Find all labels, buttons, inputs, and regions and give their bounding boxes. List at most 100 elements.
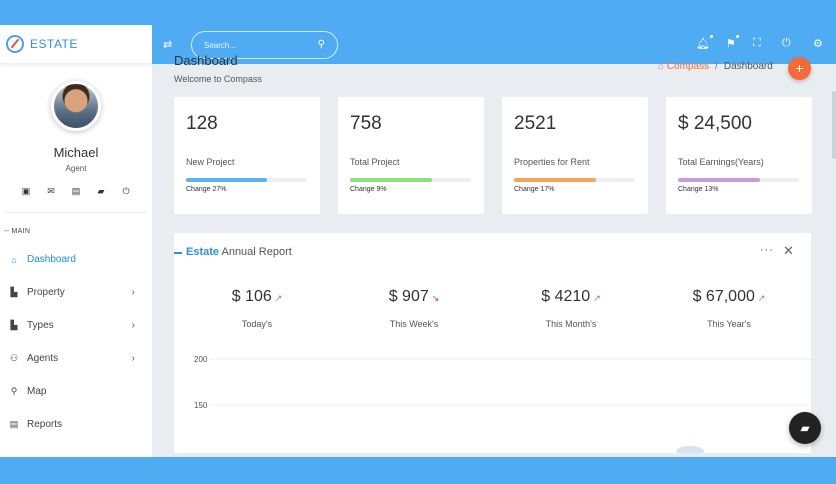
sidebar-nav: ⌂ Dashboard ▙ Property › ▙ Types › ⚇ Agents › ⚲ Map ▤… bbox=[0, 243, 152, 441]
kpi-value: $ 106 bbox=[231, 288, 272, 305]
sidebar-item-property[interactable]: ▙ Property › bbox=[0, 276, 152, 309]
sidebar-item-label: Map bbox=[27, 386, 47, 397]
progress-bar bbox=[186, 178, 307, 182]
progress-fill bbox=[186, 178, 268, 182]
kpi-label: This Year's bbox=[707, 319, 751, 329]
search-icon[interactable]: ⚲ bbox=[318, 39, 325, 50]
stat-card: $ 24,500 Total Earnings(Years) Change 13% bbox=[666, 97, 812, 214]
report-accent-bar bbox=[174, 252, 182, 254]
sidebar: ESTATE Michael Agent ▣ ✉ ▤ ▰ ⏻ -- MAIN ⌂ Dash… bbox=[0, 25, 152, 457]
breadcrumb-home-label: Compass bbox=[666, 61, 710, 72]
kpi-value: $ 67,000 bbox=[692, 288, 755, 305]
building-icon: ▙ bbox=[10, 320, 18, 330]
breadcrumb-separator: / bbox=[715, 61, 718, 72]
settings-gear-icon[interactable]: ⚙ bbox=[813, 37, 823, 50]
users-icon: ⚇ bbox=[9, 353, 19, 363]
stat-change: Change 13% bbox=[678, 186, 719, 193]
home-icon: ⌂ bbox=[658, 61, 665, 72]
page-subtitle: Welcome to Compass bbox=[174, 74, 262, 84]
trend-down-icon: ↘ bbox=[431, 293, 440, 303]
stat-value: $ 24,500 bbox=[678, 113, 752, 134]
report-chart: 200 150 bbox=[194, 355, 811, 453]
progress-bar bbox=[350, 178, 471, 182]
sidebar-item-label: Types bbox=[27, 320, 54, 331]
avatar[interactable] bbox=[51, 81, 101, 131]
chat-button[interactable]: ▰ bbox=[789, 412, 821, 444]
stat-card: 2521 Properties for Rent Change 17% bbox=[502, 97, 648, 214]
kpi-value: $ 4210 bbox=[541, 288, 591, 305]
annual-report-card: Estate Annual Report ··· ✕ $ 106 ↗ Today's… bbox=[174, 233, 811, 453]
building-icon: ▙ bbox=[10, 287, 18, 297]
brand-name: ESTATE bbox=[30, 37, 78, 51]
chat-bubble-icon: ▰ bbox=[800, 421, 810, 435]
progress-fill bbox=[514, 178, 597, 182]
sidebar-toggle-icon[interactable]: ⇄ bbox=[163, 38, 172, 51]
chevron-right-icon: › bbox=[131, 320, 135, 331]
calendar-icon[interactable]: ▣ bbox=[21, 186, 31, 197]
sidebar-item-types[interactable]: ▙ Types › bbox=[0, 309, 152, 342]
mail-icon[interactable]: ✉ bbox=[46, 186, 56, 197]
compass-icon bbox=[6, 35, 24, 53]
report-kpi: $ 106 ↗ Today's bbox=[177, 288, 337, 329]
stat-change: Change 9% bbox=[350, 186, 387, 193]
sidebar-item-reports[interactable]: ▤ Reports bbox=[0, 408, 152, 441]
trend-up-icon: ↗ bbox=[274, 293, 283, 303]
scrollbar[interactable] bbox=[832, 91, 836, 159]
trend-up-icon: ↗ bbox=[593, 293, 601, 303]
stat-change: Change 17% bbox=[514, 186, 555, 193]
report-kpi: $ 4210 ↗ This Month's bbox=[491, 288, 651, 329]
more-options-icon[interactable]: ··· bbox=[760, 244, 774, 256]
bell-icon[interactable]: 🔔︎ bbox=[696, 34, 714, 50]
chart-series-blob bbox=[676, 446, 704, 453]
stat-label: Total Earnings(Years) bbox=[678, 157, 764, 167]
kpi-value: $ 907 bbox=[388, 288, 429, 305]
close-icon[interactable]: ✕ bbox=[783, 243, 794, 259]
progress-bar bbox=[678, 178, 799, 182]
report-title-accent: Estate bbox=[186, 246, 220, 258]
stat-change: Change 27% bbox=[186, 186, 227, 193]
stat-label: New Project bbox=[186, 157, 235, 167]
sidebar-item-label: Property bbox=[27, 287, 65, 298]
chevron-right-icon: › bbox=[131, 287, 135, 298]
add-button[interactable]: + bbox=[788, 57, 811, 80]
stat-card: 758 Total Project Change 9% bbox=[338, 97, 484, 214]
power-icon[interactable]: ⏻ bbox=[121, 186, 131, 197]
chat-icon[interactable]: ▰ bbox=[96, 186, 106, 197]
progress-fill bbox=[350, 178, 433, 182]
notification-dot bbox=[734, 34, 740, 39]
user-role: Agent bbox=[65, 164, 87, 173]
kpi-label: Today's bbox=[241, 319, 273, 329]
report-title: Estate Annual Report bbox=[186, 246, 292, 258]
sidebar-item-label: Reports bbox=[27, 419, 63, 430]
chart-tick-label: 200 bbox=[194, 355, 208, 364]
brand[interactable]: ESTATE bbox=[0, 25, 152, 64]
flag-icon[interactable]: ⚑ bbox=[726, 34, 740, 50]
fullscreen-icon[interactable]: ⛶ bbox=[753, 37, 761, 50]
top-bar: ⇄ ⚲ 🔔︎ ⚑ ⛶ ⏻ ⚙ bbox=[152, 25, 836, 64]
stat-value: 128 bbox=[186, 113, 218, 134]
breadcrumb-home-link[interactable]: ⌂ Compass bbox=[658, 61, 709, 72]
stat-card: 128 New Project Change 27% bbox=[174, 97, 320, 214]
page-title: Dashboard bbox=[174, 53, 238, 68]
sidebar-item-map[interactable]: ⚲ Map bbox=[0, 375, 152, 408]
document-icon: ▤ bbox=[9, 419, 19, 429]
power-icon[interactable]: ⏻ bbox=[782, 37, 791, 50]
progress-fill bbox=[678, 178, 761, 182]
contact-card-icon[interactable]: ▤ bbox=[71, 186, 81, 197]
plus-icon: + bbox=[795, 60, 804, 76]
sidebar-item-label: Dashboard bbox=[27, 254, 76, 265]
sidebar-item-dashboard[interactable]: ⌂ Dashboard bbox=[0, 243, 152, 276]
map-pin-icon: ⚲ bbox=[10, 386, 18, 396]
stat-value: 2521 bbox=[514, 113, 557, 134]
notification-dot bbox=[708, 34, 714, 39]
sidebar-item-agents[interactable]: ⚇ Agents › bbox=[0, 342, 152, 375]
user-actions: ▣ ✉ ▤ ▰ ⏻ bbox=[0, 186, 152, 197]
chevron-right-icon: › bbox=[131, 353, 135, 364]
stat-label: Total Project bbox=[350, 157, 400, 167]
progress-bar bbox=[514, 178, 635, 182]
stat-label: Properties for Rent bbox=[514, 157, 590, 167]
kpi-label: This Month's bbox=[545, 319, 597, 329]
report-kpi: $ 67,000 ↗ This Year's bbox=[649, 288, 809, 329]
breadcrumb: ⌂ Compass / Dashboard bbox=[658, 61, 773, 72]
report-kpi: $ 907 ↘ This Week's bbox=[334, 288, 494, 329]
